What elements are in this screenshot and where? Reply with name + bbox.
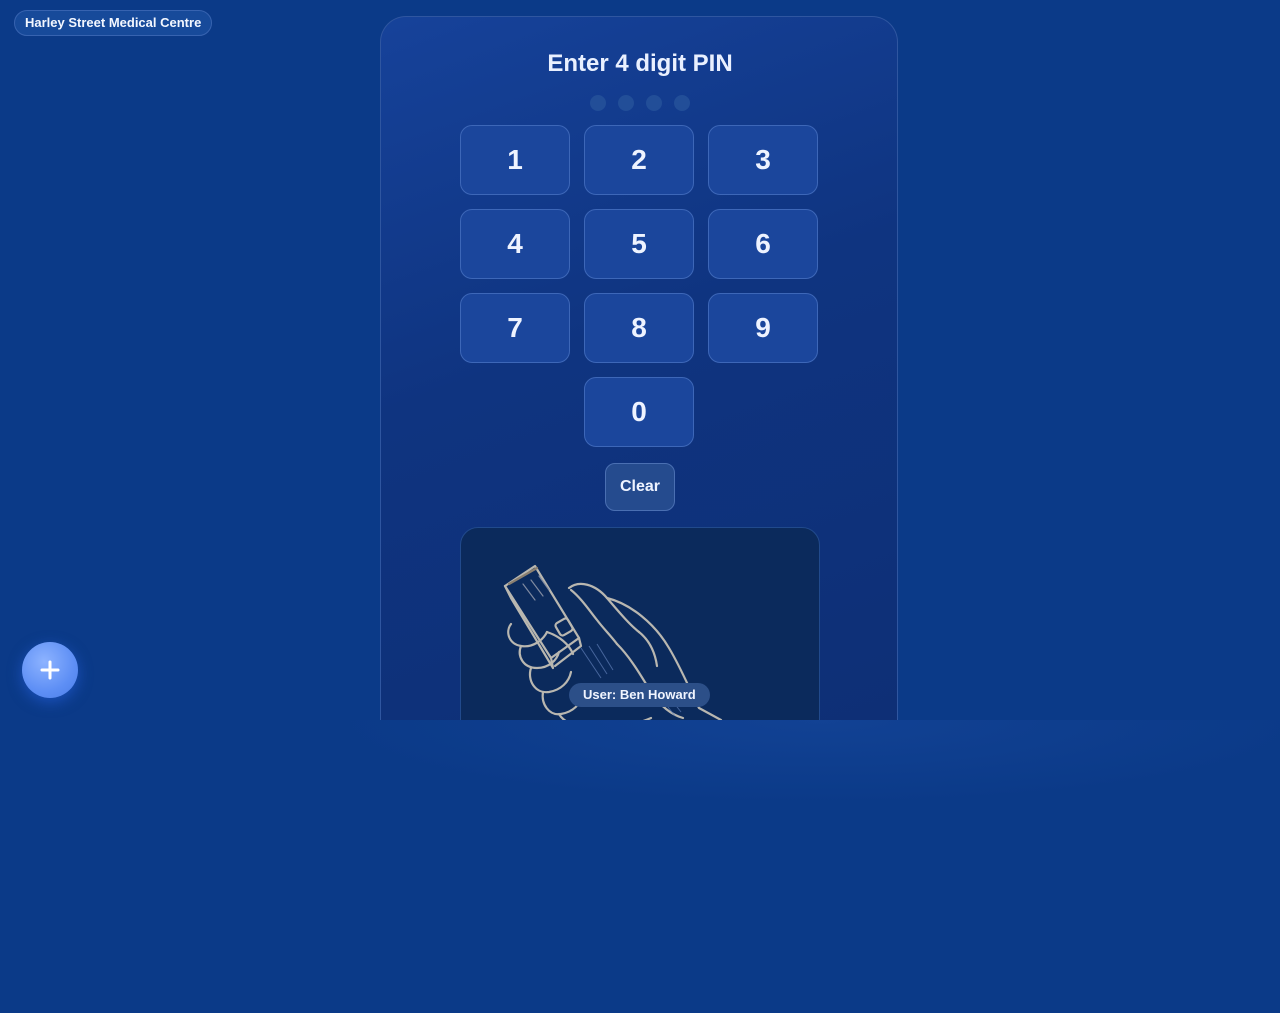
page-background	[0, 720, 1280, 1013]
add-button[interactable]	[22, 642, 78, 698]
keypad-key-6[interactable]: 6	[708, 209, 818, 279]
keypad-key-7[interactable]: 7	[460, 293, 570, 363]
pin-panel: Enter 4 digit PIN 1 2 3 4 5 6 7 8 9 0 Cl…	[380, 16, 898, 720]
pin-title: Enter 4 digit PIN	[547, 50, 733, 77]
keypad-key-5[interactable]: 5	[584, 209, 694, 279]
pin-dot	[618, 95, 634, 111]
scanner-card: User: Ben Howard	[460, 527, 820, 720]
clinic-name-badge: Harley Street Medical Centre	[14, 10, 213, 36]
keypad-key-1[interactable]: 1	[460, 125, 570, 195]
clear-button[interactable]: Clear	[605, 463, 675, 511]
pin-indicator	[590, 95, 690, 111]
keypad-key-8[interactable]: 8	[584, 293, 694, 363]
keypad-key-2[interactable]: 2	[584, 125, 694, 195]
user-name-label: User: Ben Howard	[569, 683, 710, 707]
pin-dot	[590, 95, 606, 111]
keypad-key-0[interactable]: 0	[584, 377, 694, 447]
keypad-key-9[interactable]: 9	[708, 293, 818, 363]
keypad-key-3[interactable]: 3	[708, 125, 818, 195]
pin-dot	[674, 95, 690, 111]
pin-dot	[646, 95, 662, 111]
keypad-key-4[interactable]: 4	[460, 209, 570, 279]
plus-icon	[40, 660, 60, 680]
